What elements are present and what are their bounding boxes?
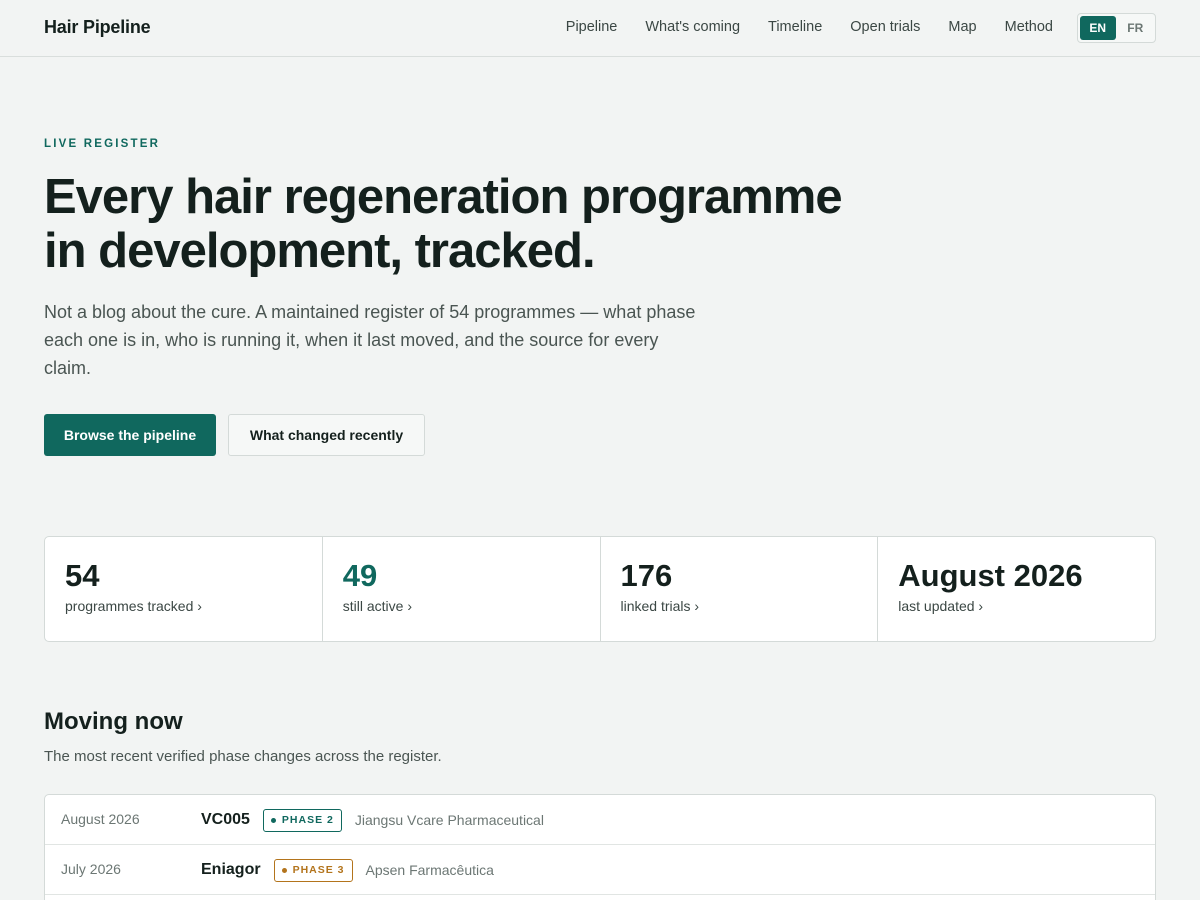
nav-link-method[interactable]: Method: [1005, 19, 1053, 35]
stat-value: 49: [342, 558, 378, 593]
top-bar: Hair Pipeline Pipeline What's coming Tim…: [0, 0, 1200, 57]
change-date: August 2026: [61, 811, 140, 827]
lang-en-button[interactable]: EN: [1080, 16, 1116, 40]
status-dot-icon: [270, 817, 276, 823]
list-item[interactable]: [45, 895, 1155, 900]
what-changed-button[interactable]: What changed recently: [228, 414, 425, 456]
list-item[interactable]: July 2026 Eniagor PHASE 3 Apsen Farmacêu…: [45, 845, 1155, 895]
list-item[interactable]: August 2026 VC005 PHASE 2 Jiangsu Vcare …: [45, 795, 1155, 845]
change-date: July 2026: [61, 861, 121, 877]
programme-name[interactable]: Eniagor: [201, 861, 261, 879]
phase-label: PHASE 3: [292, 864, 345, 876]
phase-label: PHASE 2: [281, 814, 334, 826]
nav-link-open-trials[interactable]: Open trials: [850, 19, 920, 35]
hero-headline: Every hair regeneration programme in dev…: [44, 170, 843, 278]
moving-now-title: Moving now: [44, 708, 183, 735]
nav-link-timeline[interactable]: Timeline: [768, 19, 822, 35]
language-switcher: EN FR: [1077, 13, 1156, 43]
stat-value: August 2026: [898, 558, 1083, 593]
stat-last-updated[interactable]: August 2026 last updated ›: [878, 537, 1155, 641]
phase-badge: PHASE 3: [273, 858, 353, 882]
phase-badge: PHASE 2: [262, 808, 342, 832]
moving-now-subtitle: The most recent verified phase changes a…: [44, 748, 442, 765]
hero-lede: Not a blog about the cure. A maintained …: [44, 302, 696, 378]
main-nav: Pipeline What's coming Timeline Open tri…: [566, 19, 1053, 35]
sponsor-name: Apsen Farmacêutica: [365, 862, 494, 878]
stat-programmes-tracked[interactable]: 54 programmes tracked ›: [45, 537, 323, 641]
stat-label: still active ›: [342, 598, 412, 614]
nav-link-pipeline[interactable]: Pipeline: [566, 19, 618, 35]
lang-fr-button[interactable]: FR: [1118, 16, 1154, 40]
nav-link-map[interactable]: Map: [948, 19, 976, 35]
browse-pipeline-button[interactable]: Browse the pipeline: [44, 414, 216, 456]
site-logo[interactable]: Hair Pipeline: [44, 17, 151, 38]
status-dot-icon: [281, 867, 287, 873]
stats-panel: 54 programmes tracked › 49 still active …: [44, 536, 1156, 642]
stat-label: last updated ›: [898, 598, 984, 614]
nav-link-whats-coming[interactable]: What's coming: [645, 19, 740, 35]
programme-name[interactable]: VC005: [201, 811, 250, 829]
stat-label: programmes tracked ›: [65, 598, 202, 614]
programme-info: VC005 PHASE 2 Jiangsu Vcare Pharmaceutic…: [201, 795, 544, 845]
sponsor-name: Jiangsu Vcare Pharmaceutical: [354, 812, 544, 828]
hero-eyebrow: LIVE REGISTER: [44, 138, 161, 150]
phase-changes-list: August 2026 VC005 PHASE 2 Jiangsu Vcare …: [44, 794, 1156, 900]
programme-info: Eniagor PHASE 3 Apsen Farmacêutica: [201, 845, 494, 895]
stat-value: 176: [620, 558, 673, 593]
stat-value: 54: [65, 558, 100, 593]
stat-linked-trials[interactable]: 176 linked trials ›: [601, 537, 879, 641]
stat-still-active[interactable]: 49 still active ›: [323, 537, 601, 641]
stat-label: linked trials ›: [620, 598, 700, 614]
